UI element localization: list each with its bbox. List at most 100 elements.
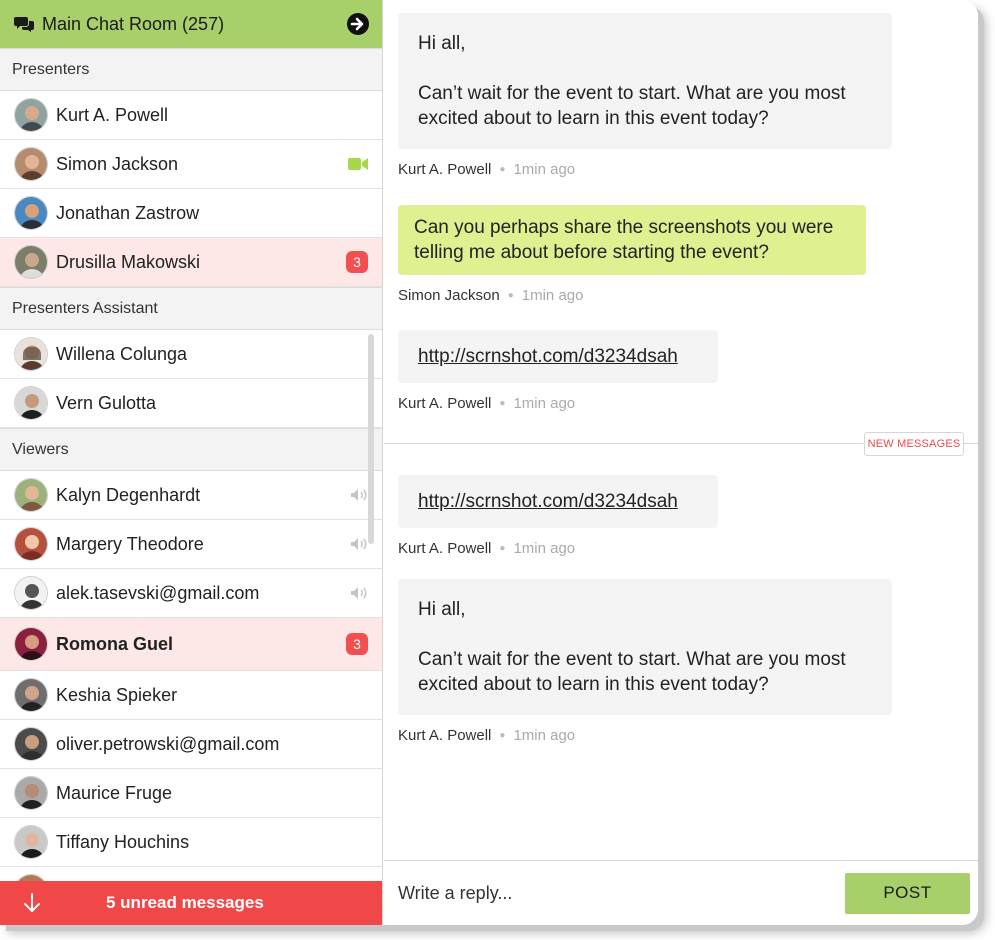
participant-name: Tiffany Houchins [56,831,190,852]
participant-row[interactable]: Tiffany Houchins [0,818,382,867]
avatar [14,337,48,371]
message: http://scrnshot.com/d3234dsah Kurt A. Po… [398,330,718,412]
unread-badge: 3 [346,633,368,655]
message-meta: Simon Jackson ● 1min ago [398,287,584,304]
message-author: Kurt A. Powell [398,161,492,178]
chat-window: Main Chat Room (257) Presenters Kurt A. … [0,0,978,925]
participant-row[interactable]: Drusilla Makowski 3 [0,238,382,287]
avatar [14,386,48,420]
participant-row[interactable]: Romona Guel 3 [0,618,382,671]
message-author: Simon Jackson [398,287,500,304]
message-author: Kurt A. Powell [398,727,492,744]
message: Hi all, Can’t wait for the event to star… [398,579,892,744]
section-presenters: Presenters [0,48,382,91]
arrow-right-circle-icon[interactable] [346,12,370,36]
message-text: telling me about before starting the eve… [414,242,769,263]
message: Hi all, Can’t wait for the event to star… [398,13,892,178]
message-time: 1min ago [513,395,576,412]
message-bubble-own: Can you perhaps share the screenshots yo… [398,205,866,275]
message-bubble: Hi all, Can’t wait for the event to star… [398,579,892,715]
participant-name: Kurt A. Powell [56,104,169,125]
participant-row[interactable]: Margery Theodore [0,520,382,569]
message-meta: Kurt A. Powell ● 1min ago [398,727,576,744]
message-text: Can’t wait for the event to start. What … [418,649,846,670]
sidebar-scrollbar[interactable] [368,334,374,544]
participant-row[interactable]: Simon Jackson [0,140,382,189]
message: Can you perhaps share the screenshots yo… [398,205,866,304]
avatar [14,196,48,230]
unread-badge: 3 [346,251,368,273]
video-camera-icon [348,158,368,170]
section-presenters-assistant: Presenters Assistant [0,287,382,330]
speaker-icon [351,538,367,550]
avatar [14,776,48,810]
message-time: 1min ago [513,161,576,178]
participant-row[interactable]: Maurice Fruge [0,769,382,818]
participant-name: Jonathan Zastrow [56,202,200,223]
chat-panel: Hi all, Can’t wait for the event to star… [384,0,978,925]
message-link[interactable]: http://scrnshot.com/d3234dsah [418,346,678,367]
message-author: Kurt A. Powell [398,395,492,412]
avatar [14,727,48,761]
room-header[interactable]: Main Chat Room (257) [0,0,382,48]
participant-row[interactable]: Kurt A. Powell [0,91,382,140]
avatar [14,527,48,561]
participant-row[interactable]: alek.tasevski@gmail.com [0,569,382,618]
participant-name: Keshia Spieker [56,684,178,705]
message-text: Can’t wait for the event to start. What … [418,83,846,104]
speaker-icon [351,489,367,501]
participant-row[interactable]: oliver.petrowski@gmail.com [0,720,382,769]
arrow-down-icon [24,893,40,912]
new-messages-tag: NEW MESSAGES [864,432,964,456]
participant-name: Vern Gulotta [56,392,157,413]
message-meta: Kurt A. Powell ● 1min ago [398,161,576,178]
avatar [14,478,48,512]
message-time: 1min ago [513,540,576,557]
participant-row[interactable]: Keshia Spieker [0,671,382,720]
avatar [14,678,48,712]
message-meta: Kurt A. Powell ● 1min ago [398,395,576,412]
message-bubble: Hi all, Can’t wait for the event to star… [398,13,892,149]
participant-name: Drusilla Makowski [56,251,201,272]
message-link[interactable]: http://scrnshot.com/d3234dsah [418,491,678,512]
post-button[interactable]: POST [845,872,970,914]
message-bubble: http://scrnshot.com/d3234dsah [398,330,718,383]
message-text: Hi all, [418,33,466,54]
avatar [14,576,48,610]
avatar [14,627,48,661]
avatar [14,147,48,181]
message-time: 1min ago [521,287,584,304]
reply-input[interactable] [384,882,845,904]
unread-messages-bar[interactable]: 5 unread messages [0,881,382,925]
participant-name: Margery Theodore [56,533,204,554]
reply-composer: POST [384,860,978,925]
room-title: Main Chat Room (257) [42,13,225,34]
avatar [14,825,48,859]
message-time: 1min ago [513,727,576,744]
participant-name: Kalyn Degenhardt [56,484,201,505]
participant-row[interactable]: Vern Gulotta [0,379,382,428]
message-bubble: http://scrnshot.com/d3234dsah [398,475,718,528]
participant-name: Simon Jackson [56,153,179,174]
participant-row[interactable]: Willena Colunga [0,330,382,379]
avatar [14,98,48,132]
message-meta: Kurt A. Powell ● 1min ago [398,540,576,557]
participant-name: Maurice Fruge [56,782,173,803]
message-text: excited about to learn in this event tod… [418,674,769,695]
participant-row[interactable]: Kalyn Degenhardt [0,471,382,520]
participant-row[interactable]: Jonathan Zastrow [0,189,382,238]
message: http://scrnshot.com/d3234dsah Kurt A. Po… [398,475,718,557]
message-text: Hi all, [418,599,466,620]
message-author: Kurt A. Powell [398,540,492,557]
participant-name: Willena Colunga [56,343,188,364]
participant-name: alek.tasevski@gmail.com [56,582,260,603]
unread-messages-label: 5 unread messages [106,893,264,912]
message-text: excited about to learn in this event tod… [418,108,769,129]
message-text: Can you perhaps share the screenshots yo… [414,217,834,238]
speaker-icon [351,587,367,599]
chat-bubbles-icon [14,17,34,32]
participant-name: Romona Guel [56,633,174,654]
section-viewers: Viewers [0,428,382,471]
participants-sidebar: Main Chat Room (257) Presenters Kurt A. … [0,0,383,925]
participant-name: oliver.petrowski@gmail.com [56,733,280,754]
